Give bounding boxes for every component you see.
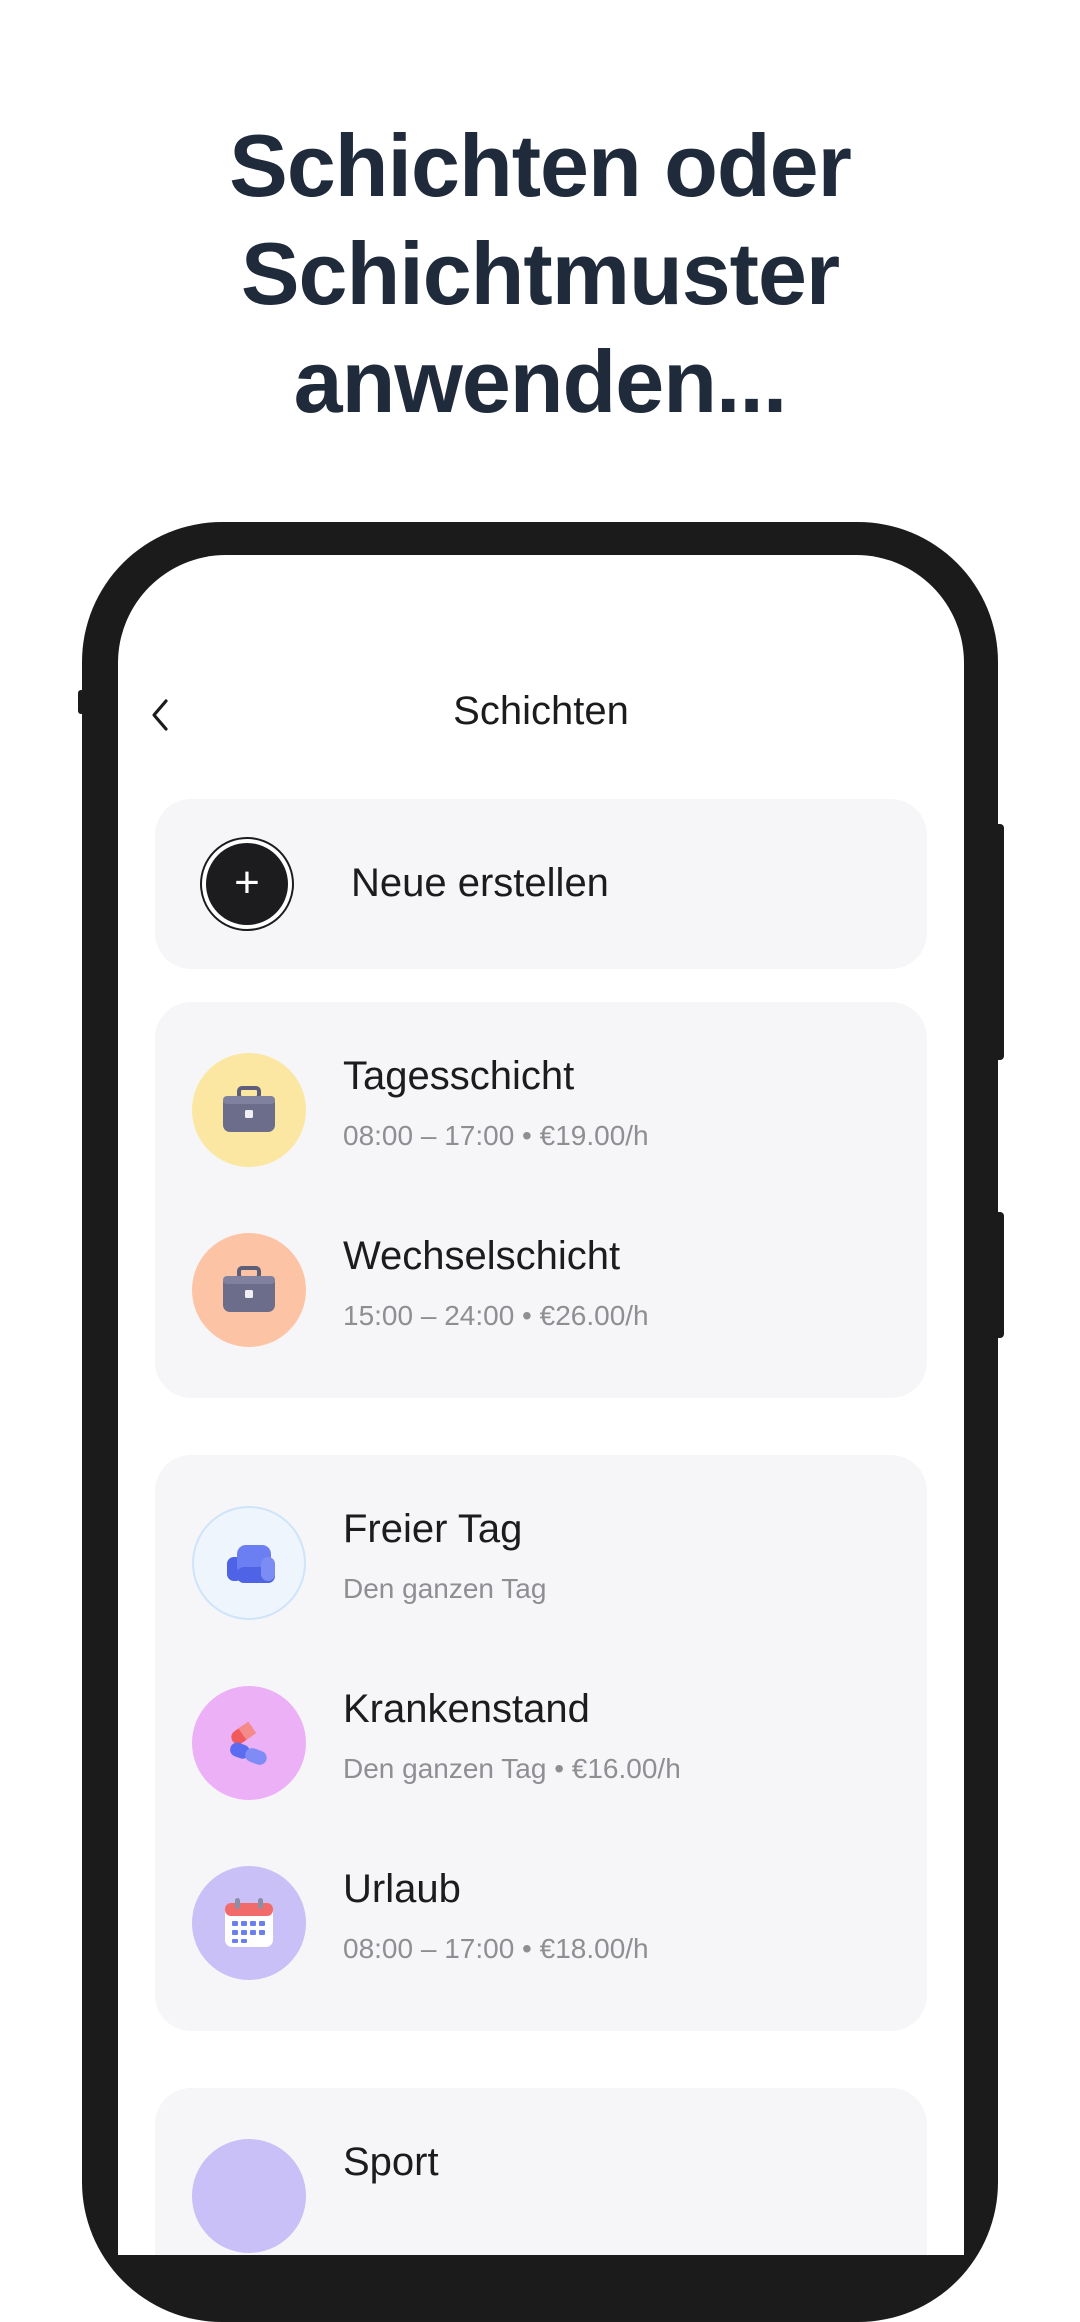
shift-subtitle: Den ganzen Tag — [343, 1573, 547, 1604]
headline-line-3: anwenden... — [293, 332, 788, 431]
create-new-label: Neue erstellen — [351, 861, 609, 905]
calendar-icon — [192, 1866, 306, 1980]
phone-side-button-left — [78, 690, 88, 714]
shift-title: Urlaub — [343, 1867, 461, 1911]
phone-power-button — [994, 1212, 1004, 1338]
phone-volume-button — [994, 824, 1004, 1060]
pills-icon — [192, 1686, 306, 1800]
create-new-button[interactable]: + Neue erstellen — [155, 799, 927, 969]
shift-item-tagesschicht[interactable]: Tagesschicht 08:00 – 17:00 • €19.00/h — [155, 1046, 927, 1176]
phone-screen: Schichten + Neue erstellen Tagesschicht … — [118, 555, 964, 2255]
headline-line-1: Schichten oder — [229, 116, 852, 215]
shift-title: Wechselschicht — [343, 1234, 621, 1278]
shift-subtitle: Den ganzen Tag • €16.00/h — [343, 1753, 681, 1784]
headline-line-2: Schichtmuster — [240, 224, 840, 323]
shift-item-freier-tag[interactable]: Freier Tag Den ganzen Tag — [155, 1499, 927, 1629]
plus-icon: + — [200, 837, 294, 931]
shift-subtitle: 15:00 – 24:00 • €26.00/h — [343, 1300, 649, 1331]
briefcase-icon — [192, 1053, 306, 1167]
shift-title: Krankenstand — [343, 1687, 590, 1731]
shift-subtitle: 08:00 – 17:00 • €18.00/h — [343, 1933, 649, 1964]
page-title: Schichten — [453, 689, 629, 733]
shift-group-other: Sport — [155, 2088, 927, 2255]
shift-item-urlaub[interactable]: Urlaub 08:00 – 17:00 • €18.00/h — [155, 1859, 927, 1989]
shift-group-work: Tagesschicht 08:00 – 17:00 • €19.00/h We… — [155, 1002, 927, 1398]
shift-title: Tagesschicht — [343, 1054, 575, 1098]
headline: Schichten oder Schichtmuster anwenden... — [0, 112, 1080, 436]
briefcase-icon — [192, 1233, 306, 1347]
shift-item-wechselschicht[interactable]: Wechselschicht 15:00 – 24:00 • €26.00/h — [155, 1226, 927, 1356]
shift-item-sport[interactable]: Sport — [155, 2132, 927, 2255]
top-bar: Schichten — [118, 675, 964, 755]
armchair-icon — [192, 1506, 306, 1620]
sport-icon — [192, 2139, 306, 2253]
shift-group-absence: Freier Tag Den ganzen Tag Krankenstand D… — [155, 1455, 927, 2031]
shift-item-krankenstand[interactable]: Krankenstand Den ganzen Tag • €16.00/h — [155, 1679, 927, 1809]
shift-title: Freier Tag — [343, 1507, 523, 1551]
shift-subtitle: 08:00 – 17:00 • €19.00/h — [343, 1120, 649, 1151]
shift-title: Sport — [343, 2140, 439, 2184]
